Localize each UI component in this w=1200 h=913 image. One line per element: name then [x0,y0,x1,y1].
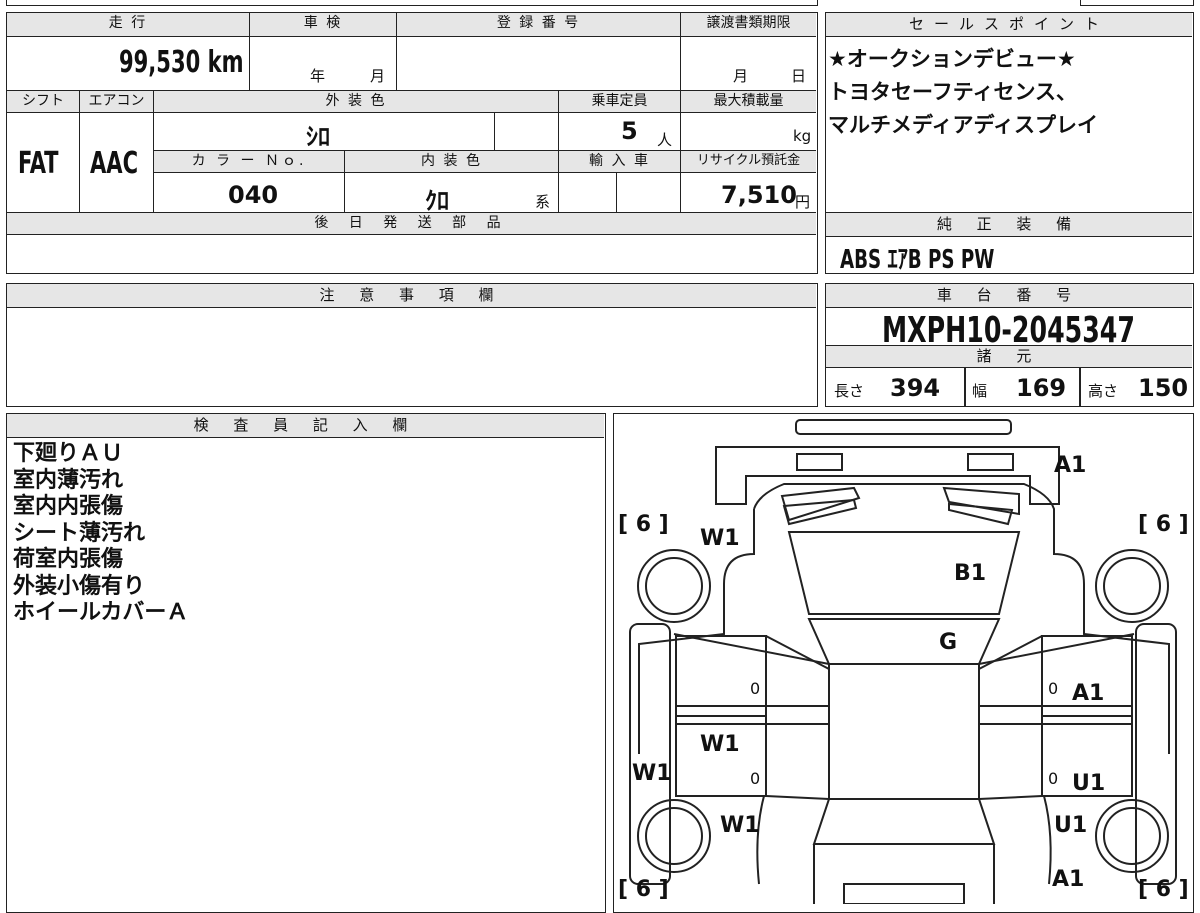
zero-mark: 0 [1048,679,1058,698]
transfer-month-label: 月 [733,67,749,85]
top-strip-right [1080,0,1194,6]
transfer-day-label: 日 [791,67,807,85]
right-front-door-grade: A1 [1072,681,1104,706]
mileage-value: 99,530 km [119,45,244,80]
length-value: 394 [890,374,941,402]
exterior-color-extra [495,113,559,151]
capacity-value: 5 [621,117,638,145]
shaken-year-label: 年 [310,67,326,85]
zero-mark: 0 [750,769,760,788]
interior-color-label: 内 装 色 [345,151,559,173]
rear-right-grade: A1 [1052,867,1084,892]
exterior-color-value: ｼﾛ [306,123,330,151]
interior-color-value: ｸﾛ [425,187,449,215]
windshield-grade: B1 [954,561,986,586]
right-rear-door-grade: U1 [1072,771,1105,796]
interior-color-suffix: 系 [535,193,551,211]
color-no-label: カ ラ ー Ｎｏ. [154,151,345,173]
zero-mark: 0 [1048,769,1058,788]
zero-mark: 0 [750,679,760,698]
mileage-label: 走 行 [7,13,250,37]
sales-point-line: トヨタセーフティセンス、 [828,80,1078,104]
shaken-cell: 年 月 [250,37,397,91]
color-no-cell: 040 [154,173,345,213]
inspector-note: 室内薄汚れ [13,467,124,493]
inspector-notes-list: 下廻りＡＵ 室内薄汚れ 室内内張傷 シート薄汚れ 荷室内張傷 外装小傷有り ホイ… [13,441,188,627]
front-bumper-grade: A1 [1054,453,1086,478]
later-parts-label: 後 日 発 送 部 品 [7,213,816,235]
caution-box: 注 意 事 項 欄 [6,283,818,407]
chassis-box: 車 台 番 号 MXPH10-2045347 諸 元 長さ 394 幅 169 … [825,283,1194,407]
width-label: 幅 [972,382,988,400]
inspector-notes-label: 検 査 員 記 入 欄 [7,414,604,438]
shaken-label: 車 検 [250,13,397,37]
height-value: 150 [1138,374,1189,402]
tire-bl-grade: [ 6 ] [618,877,669,902]
width-value: 169 [1016,374,1067,402]
top-strip [6,0,818,6]
exterior-color-cell: ｼﾛ [154,113,495,151]
import-cell-b [617,173,681,213]
height-label: 高さ [1088,382,1119,400]
max-load-cell: kg [681,113,816,151]
genuine-equipment-label: 純 正 装 備 [826,213,1192,237]
left-sill-grade: W1 [632,761,672,786]
import-label: 輸 入 車 [559,151,681,173]
genuine-equipment-value: ABS ｴｱB PS PW [840,245,995,275]
hood-grade: G [939,630,957,655]
inspector-note: 下廻りＡＵ [13,441,124,466]
registration-label: 登 録 番 号 [397,13,681,37]
recycle-value: 7,510 [721,181,797,209]
interior-color-cell: ｸﾛ 系 [345,173,559,215]
right-rear-fender-grade: U1 [1054,813,1087,838]
tire-br-grade: [ 6 ] [1138,877,1189,902]
left-rear-fender-grade: W1 [720,813,760,838]
inspector-note: シート薄汚れ [13,520,146,546]
recycle-unit: 円 [795,193,811,211]
aircon-label: エアコン [80,91,154,113]
capacity-label: 乗車定員 [559,91,681,113]
max-load-label: 最大積載量 [681,91,816,113]
shift-cell: FAT [7,113,80,213]
left-rear-door-grade: W1 [700,732,740,757]
capacity-cell: 5 人 [559,113,681,151]
color-no-value: 040 [228,181,279,209]
exterior-color-label: 外 装 色 [154,91,559,113]
shift-label: シフト [7,91,80,113]
sales-point-line: ★オークションデビュー★ [828,47,1076,71]
chassis-number-label: 車 台 番 号 [826,284,1192,308]
aircon-cell: AAC [80,113,154,213]
shift-value: FAT [18,146,59,181]
sales-point-box: セールスポイント ★オークションデビュー★ トヨタセーフティセンス、 マルチメデ… [825,12,1194,275]
tire-tl-grade: [ 6 ] [618,512,669,537]
sales-point-line: マルチメディアディスプレイ [828,113,1099,137]
mileage-cell: 99,530 km [7,37,250,91]
transfer-deadline-cell: 月 日 [681,37,816,91]
spec-box: 走 行 車 検 登 録 番 号 譲渡書類期限 99,530 km 年 月 月 日… [6,12,818,274]
inspector-note: ホイールカバーＡ [13,600,189,625]
specs-label: 諸 元 [826,346,1192,368]
registration-cell [397,37,681,91]
left-front-fender-grade: W1 [700,526,740,551]
damage-map-box: [ 6 ] [ 6 ] [ 6 ] [ 6 ] A1 B1 G W1 W1 W1… [613,413,1194,913]
caution-label: 注 意 事 項 欄 [7,284,816,308]
shaken-month-label: 月 [370,67,386,85]
car-diagram: [ 6 ] [ 6 ] [ 6 ] [ 6 ] A1 B1 G W1 W1 W1… [618,419,1189,904]
inspector-note: 荷室内張傷 [13,547,124,572]
sales-point-label: セールスポイント [826,13,1192,37]
length-label: 長さ [834,382,865,400]
aircon-value: AAC [90,146,139,181]
max-load-unit: kg [793,127,812,145]
recycle-label: リサイクル預託金 [681,151,816,173]
tire-tr-grade: [ 6 ] [1138,512,1189,537]
sales-point-text: ★オークションデビュー★ トヨタセーフティセンス、 マルチメディアディスプレイ [828,43,1098,142]
inspector-note: 室内内張傷 [13,494,124,519]
import-cell-a [559,173,617,213]
transfer-deadline-label: 譲渡書類期限 [681,13,816,37]
recycle-cell: 7,510 円 [681,173,816,213]
capacity-unit: 人 [657,131,673,149]
inspector-notes-box: 検 査 員 記 入 欄 下廻りＡＵ 室内薄汚れ 室内内張傷 シート薄汚れ 荷室内… [6,413,606,913]
inspector-note: 外装小傷有り [13,573,146,599]
